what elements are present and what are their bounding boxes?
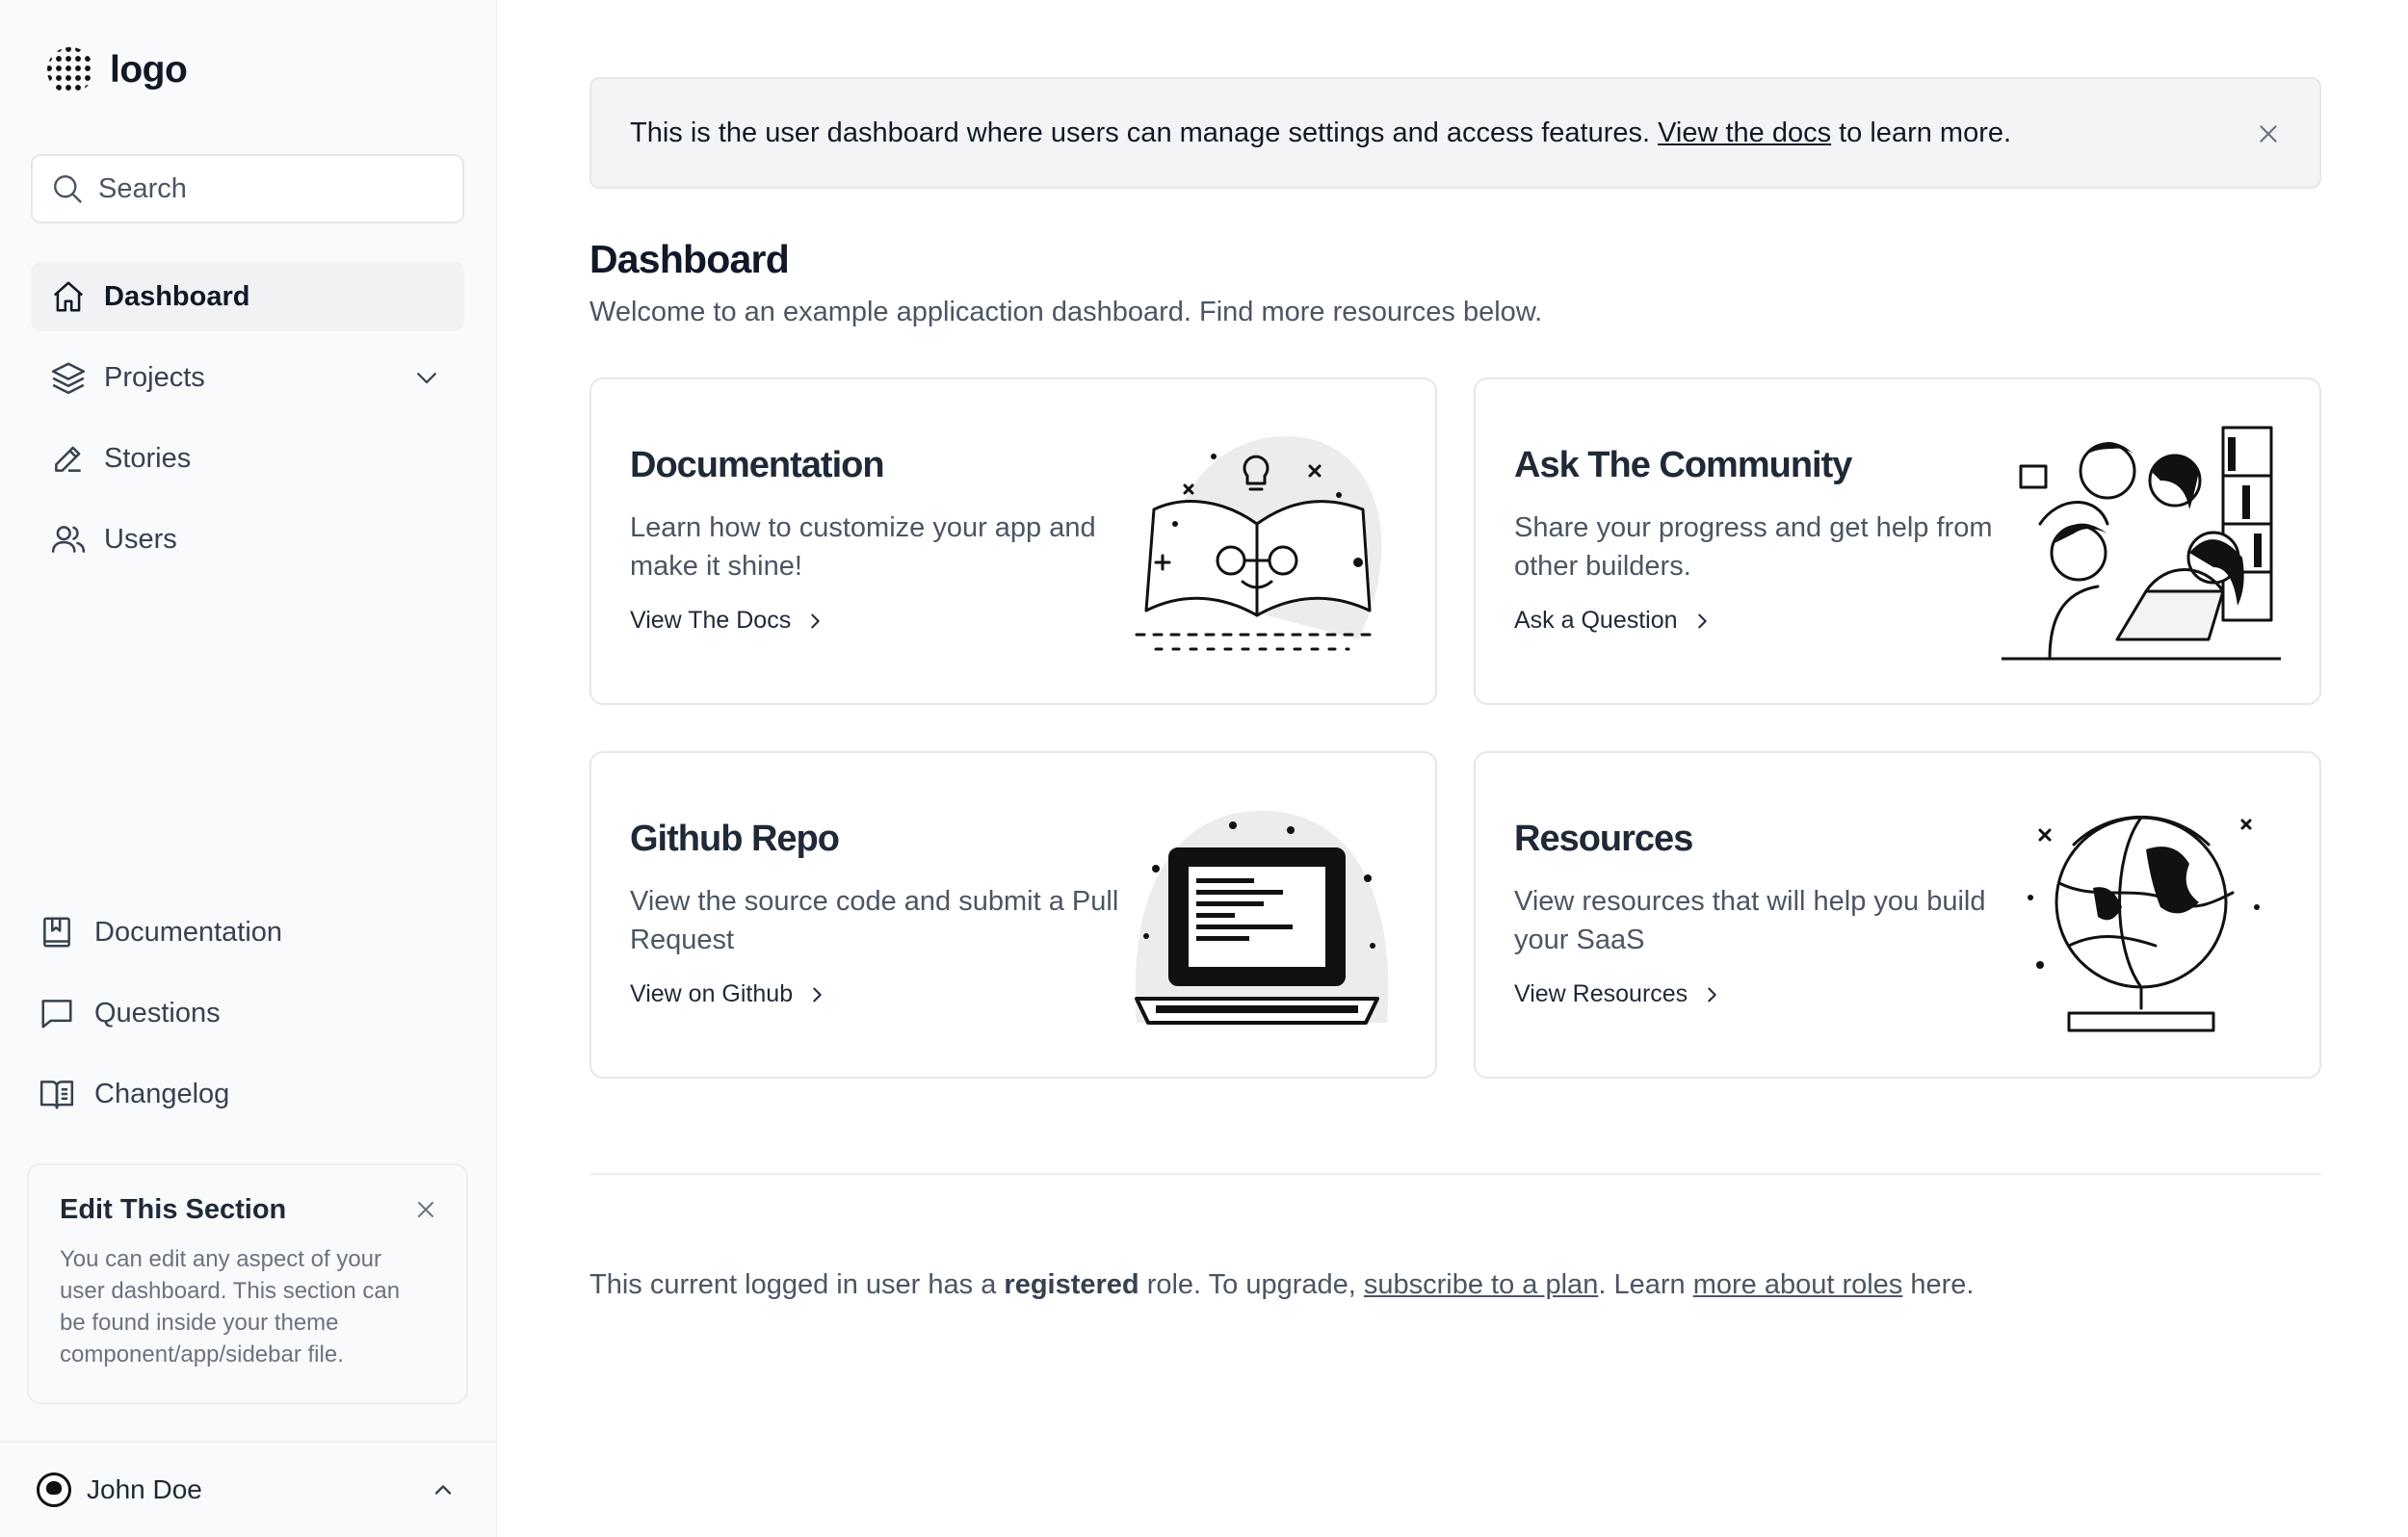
pencil-icon bbox=[50, 440, 87, 477]
view-github-button[interactable]: View on Github bbox=[630, 980, 827, 1008]
home-icon bbox=[50, 278, 87, 315]
chevron-up-icon[interactable] bbox=[430, 1476, 457, 1503]
chevron-right-icon bbox=[1697, 613, 1707, 628]
sidebar-item-dashboard[interactable]: Dashboard bbox=[31, 262, 464, 331]
open-book-illustration bbox=[1135, 436, 1382, 651]
role-text: here. bbox=[1910, 1269, 1975, 1300]
chevron-right-icon bbox=[811, 613, 820, 628]
sidebar-item-documentation[interactable]: Documentation bbox=[39, 898, 472, 967]
book-bookmark-icon bbox=[39, 914, 75, 951]
search-input[interactable] bbox=[98, 172, 445, 205]
card-description: View resources that will help you build … bbox=[1514, 886, 1986, 955]
role-text: This current logged in user has a bbox=[589, 1269, 997, 1300]
card-github-repo: Github Repo View the source code and sub… bbox=[589, 751, 1437, 1079]
view-resources-button[interactable]: View Resources bbox=[1514, 980, 1722, 1008]
chevron-down-icon[interactable] bbox=[412, 363, 441, 392]
card-link-label: Ask a Question bbox=[1514, 607, 1678, 634]
layers-icon bbox=[50, 359, 87, 396]
secondary-nav: Documentation Questions Changelog bbox=[39, 898, 472, 1140]
card-description: View the source code and submit a Pull R… bbox=[630, 886, 1119, 955]
card-title: Ask The Community bbox=[1514, 445, 1852, 485]
sidebar-item-users[interactable]: Users bbox=[31, 505, 464, 574]
sidebar-item-stories[interactable]: Stories bbox=[31, 424, 464, 493]
card-title: Github Repo bbox=[630, 819, 840, 859]
sidebar-item-label: Dashboard bbox=[104, 280, 250, 312]
user-name: John Doe bbox=[87, 1474, 202, 1504]
card-documentation: Documentation Learn how to customize you… bbox=[589, 378, 1437, 705]
avatar bbox=[37, 1472, 71, 1507]
edit-section-card: Edit This Section You can edit any aspec… bbox=[27, 1163, 468, 1404]
sidebar-item-label: Questions bbox=[94, 997, 221, 1029]
card-description: Share your progress and get help from ot… bbox=[1514, 512, 1993, 582]
chevron-right-icon bbox=[813, 987, 822, 1002]
sidebar-item-label: Stories bbox=[104, 442, 192, 474]
laptop-illustration bbox=[1135, 811, 1389, 1025]
ask-question-button[interactable]: Ask a Question bbox=[1514, 607, 1713, 635]
chat-bubble-icon bbox=[39, 995, 75, 1031]
role-info: This current logged in user has a regist… bbox=[589, 1269, 1974, 1301]
logo[interactable]: logo bbox=[44, 44, 188, 96]
edit-section-title: Edit This Section bbox=[60, 1194, 287, 1225]
role-text: role. To upgrade, bbox=[1146, 1269, 1356, 1300]
open-book-icon bbox=[39, 1076, 75, 1112]
sidebar: logo Dashboard Projects Stories Users Do… bbox=[0, 0, 497, 1537]
card-ask-community: Ask The Community Share your progress an… bbox=[1474, 378, 2321, 705]
sidebar-item-label: Users bbox=[104, 523, 177, 555]
logo-icon bbox=[44, 44, 96, 96]
close-icon[interactable] bbox=[414, 1198, 437, 1221]
card-description: Learn how to customize your app and make… bbox=[630, 512, 1096, 582]
card-title: Resources bbox=[1514, 819, 1693, 859]
sidebar-item-questions[interactable]: Questions bbox=[39, 978, 472, 1048]
card-link-label: View Resources bbox=[1514, 980, 1688, 1007]
banner-text-end: to learn more. bbox=[1839, 117, 2012, 148]
view-docs-link[interactable]: View the docs bbox=[1658, 117, 1831, 149]
roles-link[interactable]: more about roles bbox=[1693, 1269, 1903, 1300]
banner-text: This is the user dashboard where users c… bbox=[630, 117, 1651, 148]
search-icon bbox=[54, 175, 82, 203]
sidebar-item-label: Documentation bbox=[94, 916, 283, 948]
users-icon bbox=[50, 521, 87, 558]
logo-text: logo bbox=[110, 49, 188, 91]
card-link-label: View on Github bbox=[630, 980, 794, 1007]
user-menu[interactable]: John Doe bbox=[0, 1441, 497, 1537]
divider bbox=[589, 1173, 2321, 1175]
sidebar-item-projects[interactable]: Projects bbox=[31, 343, 464, 412]
globe-illustration bbox=[2028, 815, 2260, 1032]
sidebar-item-changelog[interactable]: Changelog bbox=[39, 1059, 472, 1129]
card-title: Documentation bbox=[630, 445, 885, 485]
view-docs-button[interactable]: View The Docs bbox=[630, 607, 825, 635]
search-box[interactable] bbox=[31, 154, 464, 223]
close-icon[interactable] bbox=[2256, 121, 2281, 146]
page-title: Dashboard bbox=[589, 237, 790, 281]
page-subtitle: Welcome to an example applicaction dashb… bbox=[589, 297, 1543, 327]
people-group-illustration bbox=[2002, 426, 2281, 661]
chevron-right-icon bbox=[1708, 987, 1716, 1002]
sidebar-item-label: Projects bbox=[104, 361, 205, 393]
edit-section-body: You can edit any aspect of your user das… bbox=[60, 1246, 401, 1368]
role-text: . Learn bbox=[1598, 1269, 1686, 1300]
role-name: registered bbox=[1004, 1269, 1139, 1300]
subscribe-link[interactable]: subscribe to a plan bbox=[1364, 1269, 1598, 1300]
card-resources: Resources View resources that will help … bbox=[1474, 751, 2321, 1079]
info-banner: This is the user dashboard where users c… bbox=[589, 77, 2321, 189]
card-link-label: View The Docs bbox=[630, 607, 792, 634]
sidebar-item-label: Changelog bbox=[94, 1078, 230, 1109]
primary-nav: Dashboard Projects Stories Users bbox=[31, 262, 464, 586]
